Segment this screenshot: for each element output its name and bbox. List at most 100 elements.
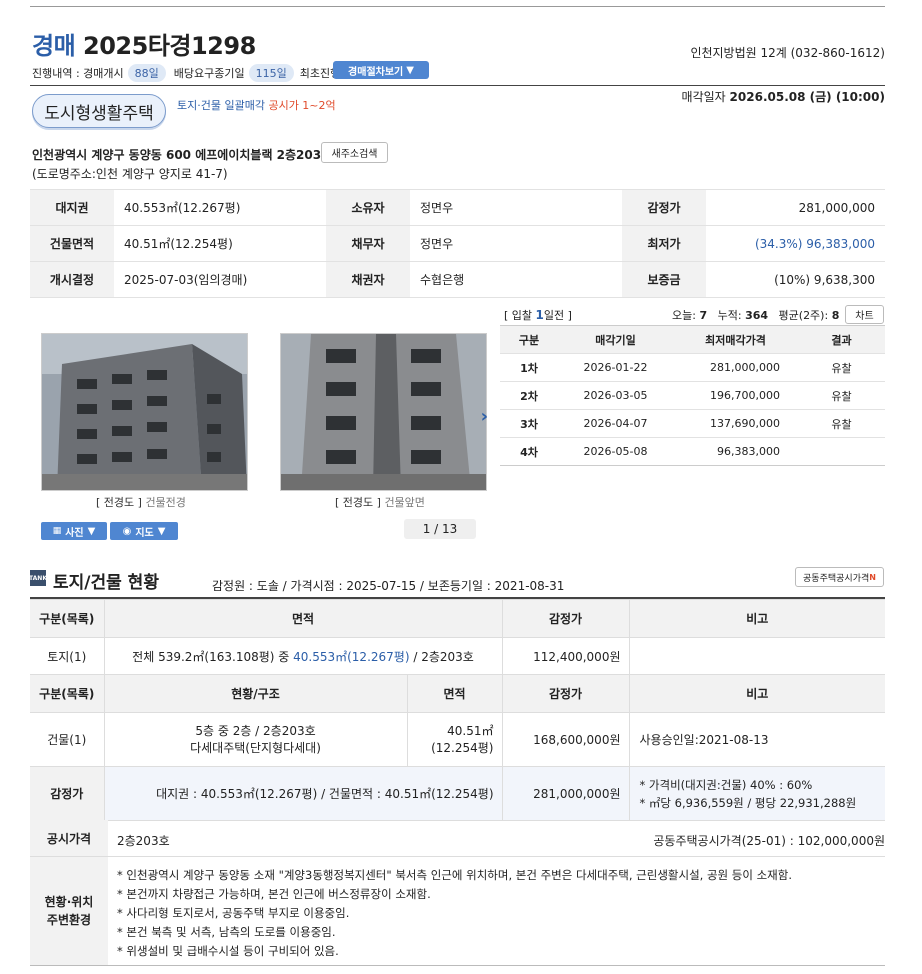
photo-button[interactable]: ▦ 사진 ▼: [41, 522, 107, 540]
photo-2-label: 건물앞면: [384, 496, 425, 509]
bldg-col-area: 면적: [407, 674, 503, 713]
bid-row: 4차 2026-05-08 96,383,000: [500, 437, 885, 466]
bldg-area: 40.51㎡ (12.254평): [407, 712, 503, 767]
appraisal-note-1: * 가격비(대지권:건물) 40% : 60%: [639, 777, 813, 792]
environment-label-line1: 현황·위치: [44, 895, 94, 909]
creditor-label: 채권자: [326, 261, 410, 298]
decision-label: 개시결정: [30, 261, 114, 298]
image-icon: ▦: [52, 526, 62, 536]
building-header-row: 구분(목록) 현황/구조 면적 감정가 비고: [30, 674, 885, 713]
sale-kind: 토지·건물 일괄매각: [177, 99, 265, 112]
photo-1-caption: [ 전경도 ] 건물전경: [96, 494, 186, 510]
header-divider: [30, 85, 885, 86]
bldg-structure-line1: 5층 중 2층 / 2층203호: [195, 723, 316, 738]
environment-item: * 본건 북측 및 서측, 남측의 도로를 이용중임.: [117, 925, 336, 939]
today-count: 7: [699, 309, 708, 322]
environment-item: * 사다리형 토지로서, 공동주택 부지로 이용중임.: [117, 906, 350, 920]
dividend-label: 배당요구종기일: [173, 67, 245, 80]
land-area-value: 40.553㎡(12.267평): [114, 189, 326, 226]
environment-label-line2: 주변환경: [46, 913, 92, 927]
bid-price: 196,700,000: [673, 381, 798, 410]
map-pin-icon: ◉: [122, 525, 132, 537]
bid-round: 4차: [500, 437, 558, 466]
triangle-down-icon: ▼: [406, 64, 414, 76]
avg-label: 평균(2주):: [778, 309, 829, 322]
appraisal-row-notes: * 가격비(대지권:건물) 40% : 60% * ㎡당 6,936,559원 …: [629, 766, 885, 821]
total-label: 누적:: [717, 309, 742, 322]
land-area: 전체 539.2㎡(163.108평) 중 40.553㎡(12.267평) /…: [104, 637, 503, 675]
photo-pager: 1 / 13: [404, 519, 476, 539]
bid-days: 1: [535, 308, 544, 322]
case-title: 경매 2025타경1298: [32, 26, 256, 61]
public-price-unit: 2층203호: [117, 834, 170, 848]
bid-date: 2026-05-08: [558, 437, 673, 466]
land-col-note: 비고: [629, 599, 885, 638]
court-info: 인천지방법원 12계 (032-860-1612): [690, 46, 885, 60]
land-area-highlight: 40.553㎡(12.267평): [293, 649, 410, 664]
progress-label: 진행내역 : 경매개시: [32, 67, 124, 80]
bid-round: 3차: [500, 409, 558, 438]
triangle-down-icon: ▼: [157, 525, 166, 537]
dividend-days-badge: 115일: [248, 64, 294, 82]
new-badge: N: [869, 572, 876, 582]
bldg-structure: 5층 중 2층 / 2층203호 다세대주택(단지형다세대): [104, 712, 408, 767]
photo-2-caption: [ 전경도 ] 건물앞면: [335, 494, 425, 510]
today-label: 오늘:: [672, 309, 696, 322]
top-divider: [30, 6, 885, 7]
summary-row: 개시결정 2025-07-03(임의경매) 채권자 수협은행 보증금 (10%)…: [30, 261, 885, 298]
land-col-area: 면적: [104, 599, 503, 638]
progress-info: 진행내역 : 경매개시 88일 배당요구종기일 115일 최초진행: [32, 64, 340, 82]
case-type: 경매: [32, 32, 76, 60]
bldg-col-structure: 현황/구조: [104, 674, 408, 713]
sale-kind-info: 토지·건물 일괄매각 공시가 1~2억: [177, 97, 336, 113]
land-header-row: 구분(목록) 면적 감정가 비고: [30, 599, 885, 638]
decision-value: 2025-07-03(임의경매): [114, 261, 326, 298]
bid-history-table: 구분 매각기일 최저매각가격 결과 1차 2026-01-22 281,000,…: [500, 325, 885, 466]
public-price-button[interactable]: 공동주택공시가격 N: [795, 567, 884, 587]
environment-list: * 인천광역시 계양구 동양동 소재 "계양3동행정복지센터" 북서측 인근에 …: [117, 866, 792, 961]
deposit-value: (10%) 9,638,300: [706, 261, 885, 298]
owner-value: 정면우: [410, 189, 622, 226]
environment-item: * 본건까지 차량접근 가능하며, 본건 인근에 버스정류장이 소재함.: [117, 887, 431, 901]
next-photo-icon[interactable]: ›: [481, 406, 488, 427]
environment-label: 현황·위치 주변환경: [30, 857, 108, 965]
days-since-start-badge: 88일: [127, 64, 166, 82]
land-area-prefix: 전체 539.2㎡(163.108평) 중: [132, 649, 294, 664]
map-button-label: 지도: [135, 527, 154, 539]
summary-row: 대지권 40.553㎡(12.267평) 소유자 정면우 감정가 281,000…: [30, 189, 885, 226]
bid-date: 2026-04-07: [558, 409, 673, 438]
appraisal-row-price: 281,000,000원: [502, 766, 630, 821]
bid-price: 96,383,000: [673, 437, 798, 466]
row-divider: [30, 856, 885, 857]
appraisal-row-label: 감정가: [30, 766, 105, 821]
section-title: 토지/건물 현황: [53, 573, 159, 593]
bid-col-result: 결과: [798, 325, 885, 354]
view-stats: 오늘: 7 누적: 364 평균(2주): 8: [672, 307, 839, 323]
bid-date: 2026-03-05: [558, 381, 673, 410]
owner-label: 소유자: [326, 189, 410, 226]
environment-item: * 인천광역시 계양구 동양동 소재 "계양3동행정복지센터" 북서측 인근에 …: [117, 868, 792, 882]
map-button[interactable]: ◉ 지도 ▼: [110, 522, 178, 540]
photo-1-tag: [ 전경도 ]: [96, 496, 142, 509]
bldg-col-kind: 구분(목록): [30, 674, 105, 713]
bid-result: [798, 437, 885, 466]
min-price-label: 최저가: [622, 225, 706, 262]
land-building-table: 구분(목록) 면적 감정가 비고 토지(1) 전체 539.2㎡(163.108…: [30, 599, 885, 821]
appraisal-note-2: * ㎡당 6,936,559원 / 평당 22,931,288원: [639, 795, 857, 810]
procedure-button-label: 경매절차보기: [348, 66, 404, 78]
property-address: 인천광역시 계양구 동양동 600 에프에이치블랙 2층203호: [32, 148, 333, 162]
sale-date: 2026.05.08 (금) (10:00): [729, 90, 885, 104]
creditor-value: 수협은행: [410, 261, 622, 298]
land-price: 112,400,000원: [502, 637, 630, 675]
procedure-button[interactable]: 경매절차보기 ▼: [333, 61, 429, 79]
deposit-label: 보증금: [622, 261, 706, 298]
new-address-search-button[interactable]: 새주소검색: [321, 142, 388, 163]
bid-head-prefix: [ 입찰: [504, 309, 536, 322]
chart-button[interactable]: 차트: [845, 305, 884, 324]
building-row: 건물(1) 5층 중 2층 / 2층203호 다세대주택(단지형다세대) 40.…: [30, 712, 885, 767]
appraisal-row: 감정가 대지권 : 40.553㎡(12.267평) / 건물면적 : 40.5…: [30, 766, 885, 821]
building-photo-1[interactable]: [41, 333, 248, 491]
bottom-divider: [30, 965, 885, 966]
building-photo-2[interactable]: ›: [280, 333, 488, 491]
price-range: 공시가 1~2억: [268, 99, 336, 112]
